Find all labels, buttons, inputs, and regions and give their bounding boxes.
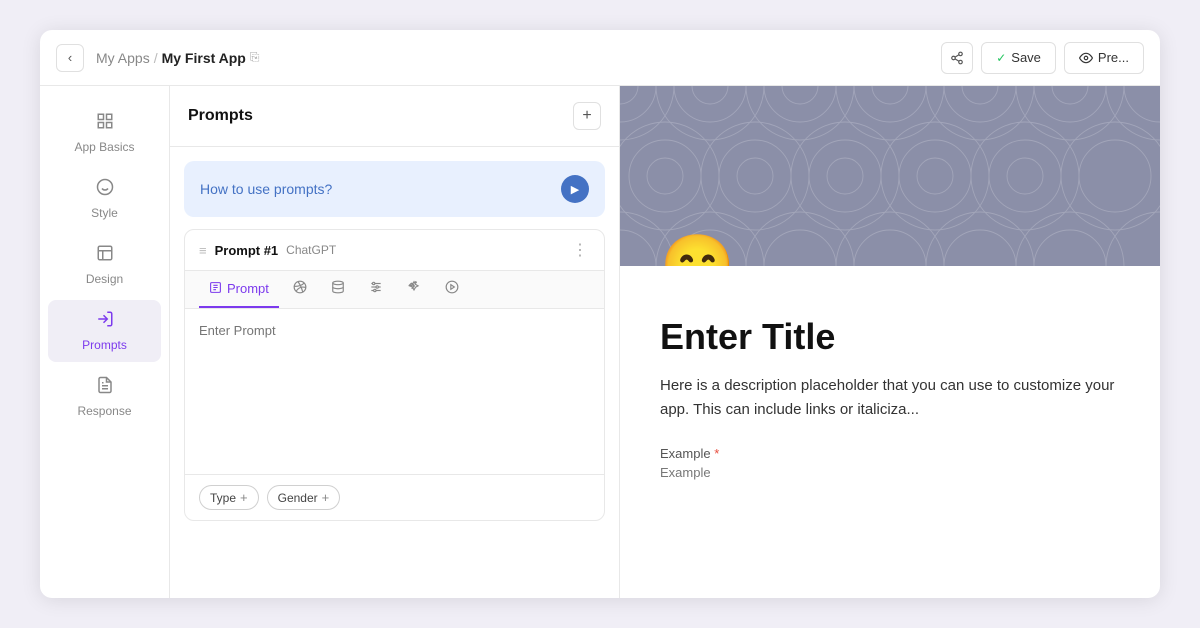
sidebar-item-design[interactable]: Design — [48, 234, 161, 296]
tab-memory[interactable] — [321, 271, 355, 308]
variable-tag-gender-label: Gender — [278, 491, 318, 505]
prompt-name: Prompt #1 — [215, 243, 279, 258]
sidebar-item-app-basics-label: App Basics — [74, 140, 134, 154]
sidebar-item-design-label: Design — [86, 272, 123, 286]
tab-prompt[interactable]: Prompt — [199, 272, 279, 308]
preview-example-label: Example * — [660, 446, 1120, 461]
save-button[interactable]: ✓ Save — [981, 42, 1056, 74]
panel-title: Prompts — [188, 107, 253, 125]
sidebar-item-prompts[interactable]: Prompts — [48, 300, 161, 362]
design-icon — [96, 244, 114, 267]
prompt-card-1: ≡ Prompt #1 ChatGPT ⋮ — [184, 229, 605, 521]
add-prompt-button[interactable]: + — [573, 102, 601, 130]
preview-emoji: 😁 — [660, 236, 735, 266]
prompt-tabs: Prompt — [185, 271, 604, 309]
prompts-icon — [96, 310, 114, 333]
howto-text: How to use prompts? — [200, 181, 332, 197]
preview-banner: 😁 — [620, 86, 1160, 266]
preview-title: Enter Title — [660, 316, 1120, 358]
preview-label: Pre... — [1098, 50, 1129, 65]
drag-handle-icon[interactable]: ≡ — [199, 243, 207, 258]
preview-example-value: Example — [660, 465, 1120, 480]
app-basics-icon — [96, 112, 114, 135]
sidebar-item-app-basics[interactable]: App Basics — [48, 102, 161, 164]
variable-tag-type[interactable]: Type + — [199, 485, 259, 510]
variable-tags: Type + Gender + — [185, 474, 604, 520]
play-button[interactable]: ▶ — [561, 175, 589, 203]
link-icon: ⎘ — [250, 50, 260, 65]
share-button[interactable] — [941, 42, 973, 74]
prompt-card-header: ≡ Prompt #1 ChatGPT ⋮ — [185, 230, 604, 271]
memory-tab-icon — [331, 280, 345, 297]
tab-prompt-label: Prompt — [227, 281, 269, 296]
tab-skills[interactable] — [283, 271, 317, 308]
preview-description: Here is a description placeholder that y… — [660, 374, 1120, 422]
sidebar-item-response-label: Response — [77, 404, 131, 418]
main-content: App Basics Style — [40, 86, 1160, 598]
top-bar-actions: ✓ Save Pre... — [941, 42, 1144, 74]
style-icon — [96, 178, 114, 201]
prompt-tab-icon — [209, 281, 222, 297]
prompt-textarea[interactable] — [185, 309, 604, 469]
breadcrumb-current-app: My First App — [162, 50, 246, 66]
wand-tab-icon — [407, 280, 421, 297]
settings-tab-icon — [369, 280, 383, 297]
skills-tab-icon — [293, 280, 307, 297]
breadcrumb-separator: / — [154, 50, 158, 66]
back-button[interactable]: ‹ — [56, 44, 84, 72]
sidebar-item-response[interactable]: Response — [48, 366, 161, 428]
preview-body: Enter Title Here is a description placeh… — [620, 266, 1160, 510]
save-label: Save — [1011, 50, 1041, 65]
required-marker: * — [714, 446, 719, 461]
run-tab-icon — [445, 280, 459, 297]
tab-settings[interactable] — [359, 271, 393, 308]
preview-panel: 😁 Enter Title Here is a description plac… — [620, 86, 1160, 598]
response-icon — [96, 376, 114, 399]
variable-tag-gender-plus-icon: + — [322, 490, 330, 505]
prompt-model: ChatGPT — [286, 243, 564, 257]
save-check-icon: ✓ — [996, 51, 1006, 65]
tab-wand[interactable] — [397, 271, 431, 308]
sidebar-item-prompts-label: Prompts — [82, 338, 127, 352]
preview-button[interactable]: Pre... — [1064, 42, 1144, 74]
breadcrumb-my-apps[interactable]: My Apps — [96, 50, 150, 66]
panel-header: Prompts + — [170, 86, 619, 147]
variable-tag-gender[interactable]: Gender + — [267, 485, 341, 510]
more-options-icon[interactable]: ⋮ — [572, 240, 590, 260]
breadcrumb: My Apps / My First App ⎘ — [96, 50, 929, 66]
panel-content: How to use prompts? ▶ ≡ Prompt #1 ChatGP… — [170, 147, 619, 598]
middle-panel: Prompts + How to use prompts? ▶ ≡ Prompt… — [170, 86, 620, 598]
top-bar: ‹ My Apps / My First App ⎘ ✓ Save — [40, 30, 1160, 86]
preview-content: 😁 Enter Title Here is a description plac… — [620, 86, 1160, 598]
variable-tag-type-label: Type — [210, 491, 236, 505]
sidebar-item-style-label: Style — [91, 206, 118, 220]
variable-tag-type-plus-icon: + — [240, 490, 248, 505]
tab-run[interactable] — [435, 271, 469, 308]
howto-banner[interactable]: How to use prompts? ▶ — [184, 161, 605, 217]
sidebar: App Basics Style — [40, 86, 170, 598]
sidebar-item-style[interactable]: Style — [48, 168, 161, 230]
